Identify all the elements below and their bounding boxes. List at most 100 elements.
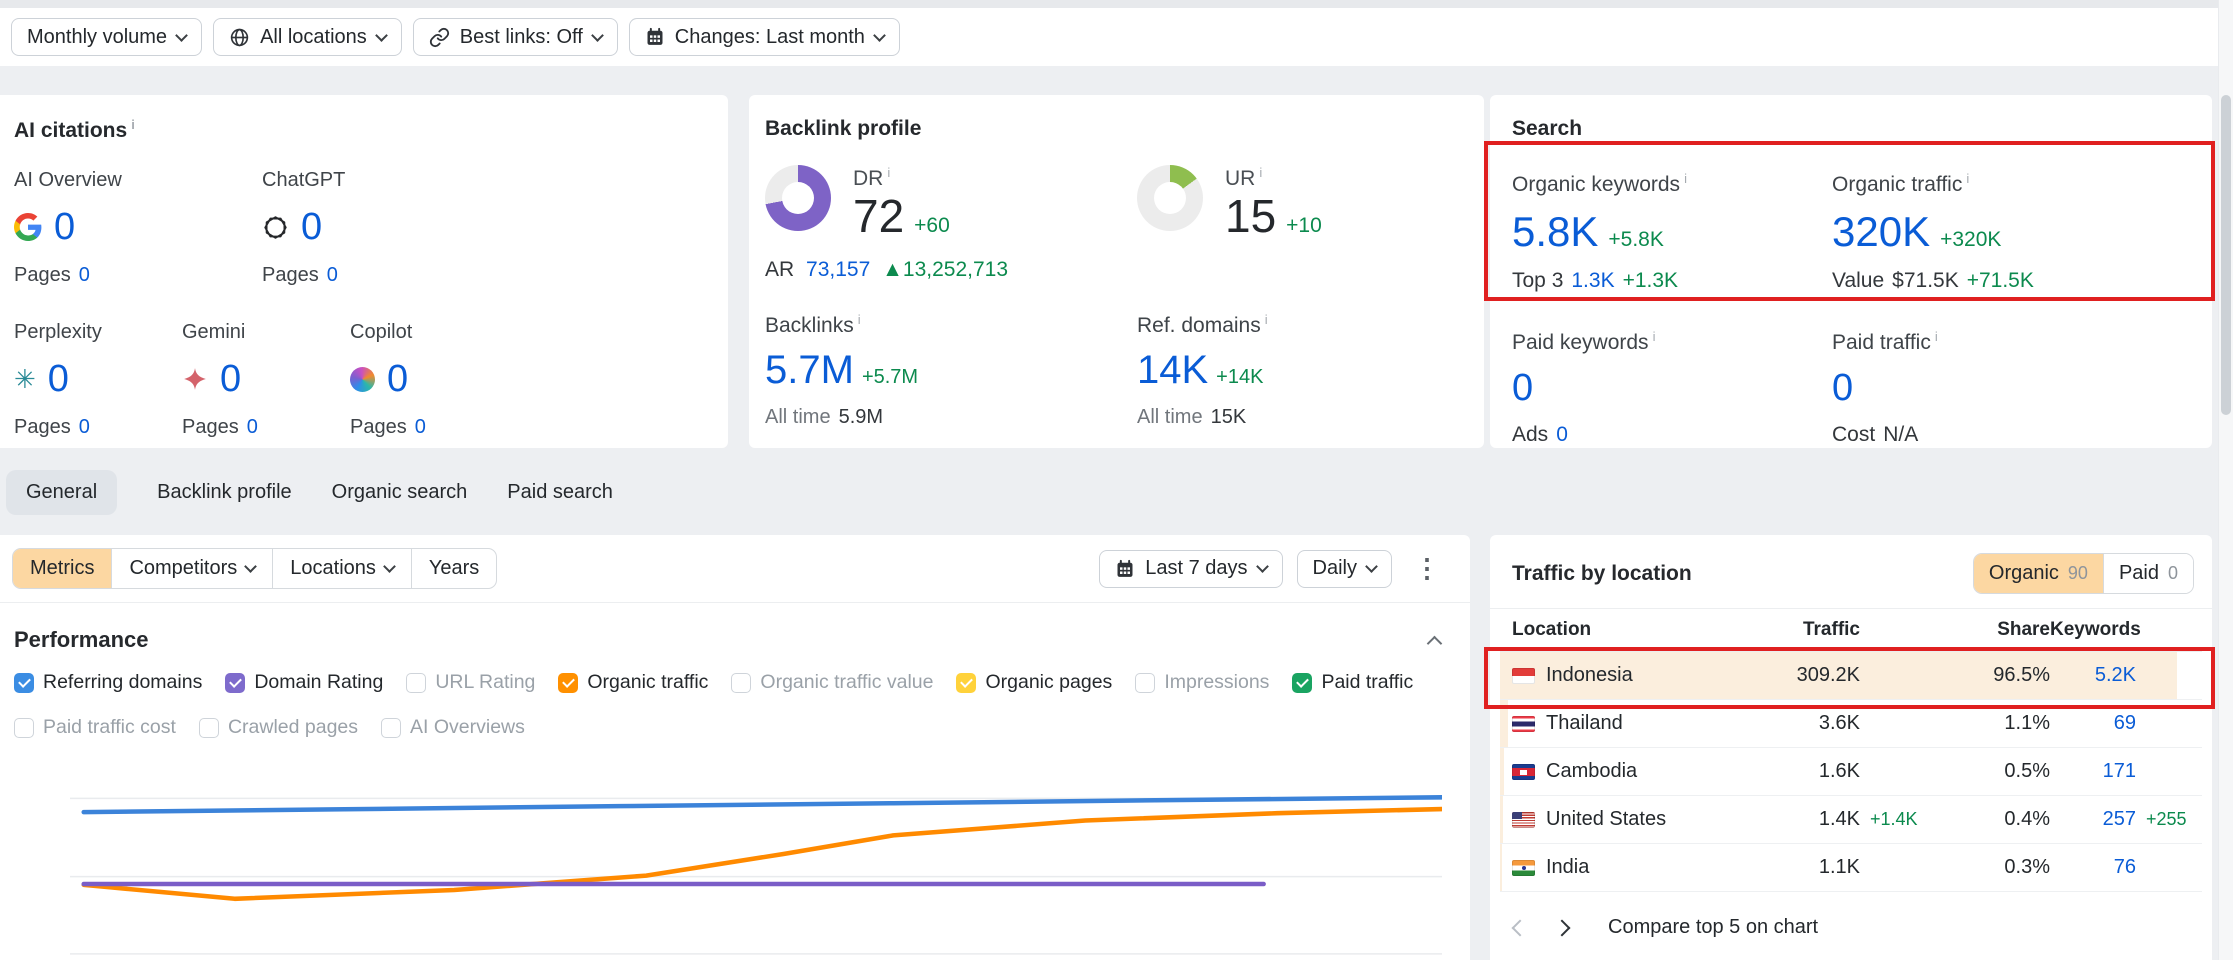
metric-url-rating[interactable]: URL Rating <box>406 671 535 694</box>
checkbox[interactable] <box>956 673 976 693</box>
vertical-scrollbar[interactable] <box>2218 0 2233 960</box>
ai-overview-count[interactable]: 0 <box>54 206 75 249</box>
keywords-link[interactable]: 5.2K <box>2050 664 2136 687</box>
segment-metrics[interactable]: Metrics <box>13 549 111 588</box>
metric-paid-traffic-cost[interactable]: Paid traffic cost <box>14 716 176 739</box>
checkbox[interactable] <box>731 673 751 693</box>
perplexity-count[interactable]: 0 <box>48 358 69 401</box>
perplexity-pages-link[interactable]: 0 <box>79 416 90 438</box>
top3-value-link[interactable]: 1.3K <box>1571 269 1614 292</box>
segment-locations[interactable]: Locations <box>272 549 411 588</box>
segment-years[interactable]: Years <box>411 549 496 588</box>
keywords-link[interactable]: 171 <box>2050 760 2136 783</box>
paid-keywords-value-link[interactable]: 0 <box>1512 367 1533 409</box>
chatgpt-count[interactable]: 0 <box>301 206 322 249</box>
scrollbar-thumb[interactable] <box>2221 95 2231 415</box>
best-links-dropdown[interactable]: Best links: Off <box>413 18 618 56</box>
date-range-dropdown[interactable]: Last 7 days <box>1099 550 1282 588</box>
metric-impressions[interactable]: Impressions <box>1135 671 1269 694</box>
metric-crawled-pages[interactable]: Crawled pages <box>199 716 358 739</box>
metric-organic-traffic[interactable]: Organic traffic <box>558 671 708 694</box>
checkbox[interactable] <box>225 673 245 693</box>
info-icon[interactable]: i <box>1265 312 1268 327</box>
checkbox[interactable] <box>14 673 34 693</box>
gemini-pages-link[interactable]: 0 <box>247 416 258 438</box>
indonesia-flag-icon <box>1512 668 1535 684</box>
info-icon[interactable]: i <box>858 312 861 327</box>
keywords-link[interactable]: 69 <box>2050 712 2136 735</box>
metric-organic-pages[interactable]: Organic pages <box>956 671 1112 694</box>
checkbox[interactable] <box>199 718 219 738</box>
ads-line: Ads0 <box>1512 423 1832 447</box>
traffic-by-location-title: Traffic by location <box>1512 562 1692 586</box>
tab-organic-search[interactable]: Organic search <box>332 470 468 515</box>
table-row-india[interactable]: India 1.1K 0.3% 76 <box>1500 844 2202 892</box>
performance-chart <box>70 753 1442 959</box>
keywords-link[interactable]: 257 <box>2050 808 2136 831</box>
info-icon[interactable]: i <box>1684 171 1687 186</box>
toggle-organic[interactable]: Organic90 <box>1974 554 2103 593</box>
metric-organic-traffic-value[interactable]: Organic traffic value <box>731 671 933 694</box>
chatgpt-pages-link[interactable]: 0 <box>327 264 338 286</box>
ahrefs-overview-page: Monthly volume All locations Best links:… <box>0 0 2233 960</box>
metric-domain-rating[interactable]: Domain Rating <box>225 671 383 694</box>
changes-dropdown[interactable]: Changes: Last month <box>629 18 900 56</box>
checkbox[interactable] <box>406 673 426 693</box>
info-icon[interactable]: i <box>887 165 890 180</box>
collapse-chevron-up-icon[interactable] <box>1427 635 1443 651</box>
ar-value-link[interactable]: 73,157 <box>806 258 870 281</box>
more-options-kebab-icon[interactable]: ⋮ <box>1406 553 1448 584</box>
table-row-indonesia[interactable]: Indonesia 309.2K 96.5% 5.2K <box>1500 652 2202 700</box>
info-icon[interactable]: i <box>131 117 135 132</box>
previous-page-chevron-icon[interactable] <box>1512 919 1529 936</box>
checkbox[interactable] <box>558 673 578 693</box>
organic-keywords-block: Organic keywordsi 5.8K+5.8K Top 31.3K+1.… <box>1512 171 1832 293</box>
location-table: Location Traffic Share Keywords Indonesi… <box>1500 609 2202 892</box>
checkbox[interactable] <box>381 718 401 738</box>
checkbox[interactable] <box>14 718 34 738</box>
metric-ai-overviews[interactable]: AI Overviews <box>381 716 525 739</box>
calendar-icon <box>1115 559 1135 579</box>
ref-domains-value-link[interactable]: 14K <box>1137 348 1208 392</box>
table-row-cambodia[interactable]: Cambodia 1.6K 0.5% 171 <box>1500 748 2202 796</box>
backlinks-value-link[interactable]: 5.7M <box>765 348 854 392</box>
paid-traffic-value-link[interactable]: 0 <box>1832 367 1853 409</box>
organic-traffic-label: Organic traffici <box>1832 171 2190 197</box>
info-icon[interactable]: i <box>1653 329 1656 344</box>
tab-backlink-profile[interactable]: Backlink profile <box>157 470 292 515</box>
tab-general[interactable]: General <box>6 470 117 515</box>
organic-keywords-value-link[interactable]: 5.8K <box>1512 208 1598 255</box>
ai-citations-row-1: AI Overview 0 Pages0 ChatGPT <box>14 169 714 287</box>
checkbox[interactable] <box>1135 673 1155 693</box>
monthly-volume-dropdown[interactable]: Monthly volume <box>11 18 202 56</box>
organic-traffic-value-link[interactable]: 320K <box>1832 208 1930 255</box>
keywords-link[interactable]: 76 <box>2050 856 2136 879</box>
column-share[interactable]: Share <box>1930 619 2050 641</box>
all-locations-dropdown[interactable]: All locations <box>213 18 402 56</box>
next-page-chevron-icon[interactable] <box>1554 919 1571 936</box>
segment-competitors[interactable]: Competitors <box>111 549 272 588</box>
ai-overview-pages-link[interactable]: 0 <box>79 264 90 286</box>
column-traffic[interactable]: Traffic <box>1740 619 1860 641</box>
table-row-united-states[interactable]: United States 1.4K +1.4K 0.4% 257 +255 <box>1500 796 2202 844</box>
table-row-thailand[interactable]: Thailand 3.6K 1.1% 69 <box>1500 700 2202 748</box>
metric-referring-domains[interactable]: Referring domains <box>14 671 202 694</box>
ads-value-link[interactable]: 0 <box>1556 423 1568 446</box>
info-icon[interactable]: i <box>1966 171 1969 186</box>
best-links-label: Best links: Off <box>460 26 583 49</box>
copilot-count[interactable]: 0 <box>387 358 408 401</box>
performance-controls: Metrics Competitors Locations Years Last… <box>0 535 1470 603</box>
info-icon[interactable]: i <box>1935 329 1938 344</box>
tab-paid-search[interactable]: Paid search <box>507 470 613 515</box>
column-location[interactable]: Location <box>1512 619 1740 641</box>
info-icon[interactable]: i <box>1259 165 1262 180</box>
copilot-pages-link[interactable]: 0 <box>415 416 426 438</box>
column-keywords[interactable]: Keywords <box>2050 619 2136 641</box>
metric-paid-traffic[interactable]: Paid traffic <box>1292 671 1413 694</box>
compare-top5-label[interactable]: Compare top 5 on chart <box>1608 916 1818 939</box>
gemini-count[interactable]: 0 <box>220 358 241 401</box>
checkbox[interactable] <box>1292 673 1312 693</box>
google-icon <box>14 213 42 241</box>
granularity-dropdown[interactable]: Daily <box>1297 550 1392 588</box>
toggle-paid[interactable]: Paid0 <box>2103 554 2193 593</box>
